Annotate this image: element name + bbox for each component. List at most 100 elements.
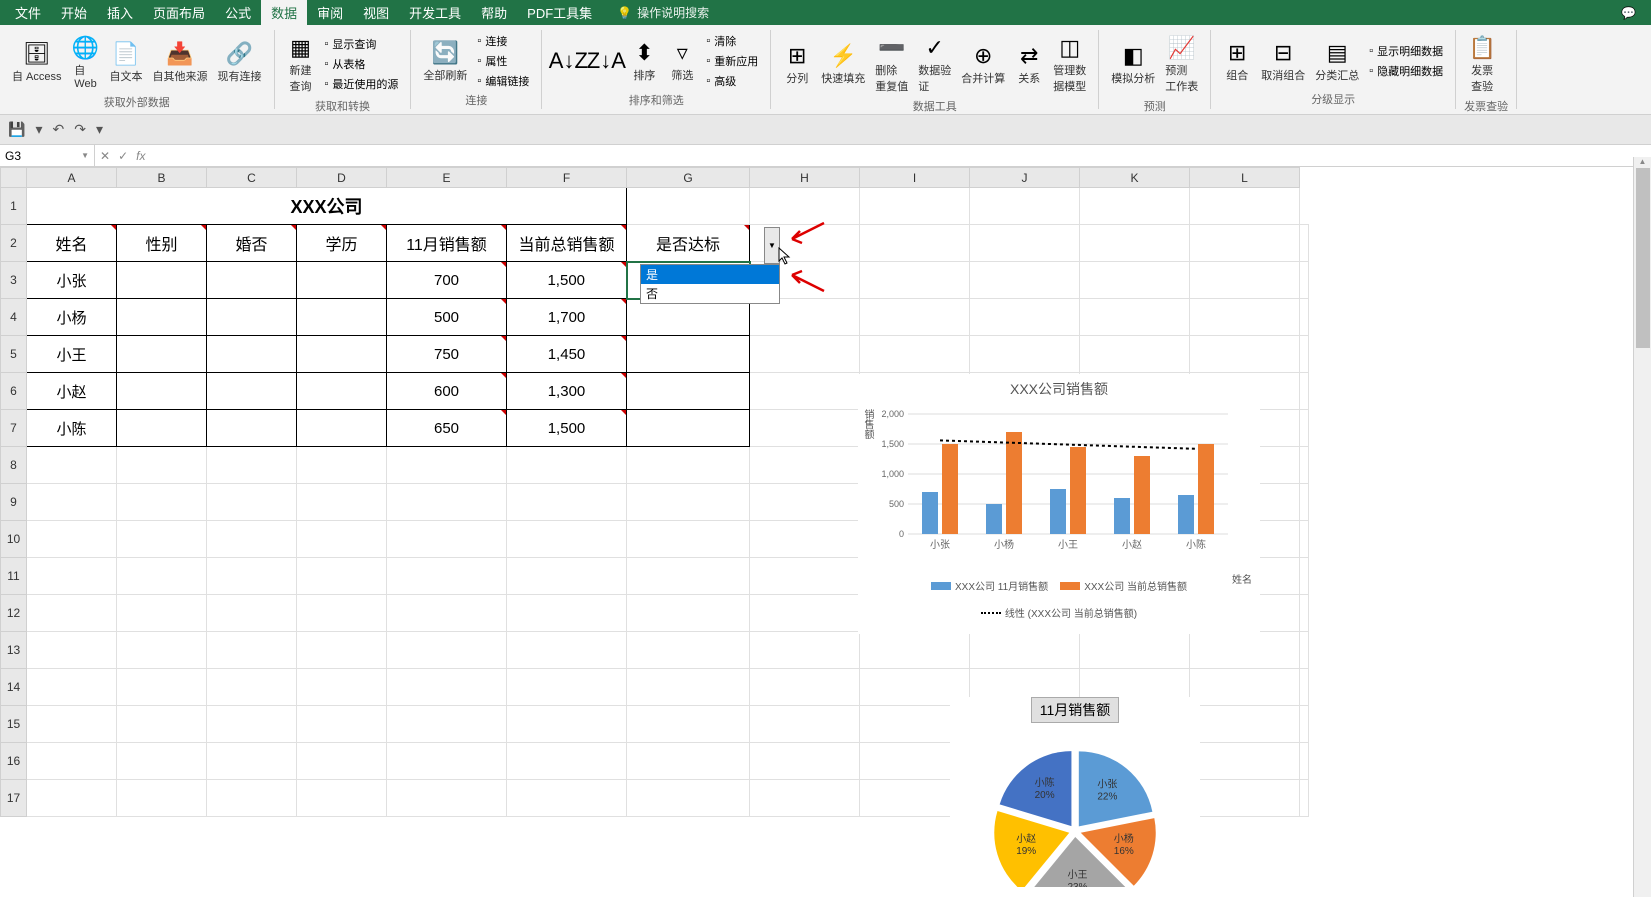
pie-chart[interactable]: 11月销售额 小张22%小杨16%小王23%小赵19%小陈20% (950, 697, 1200, 887)
ribbon-btn-关系[interactable]: ⇄关系 (1011, 32, 1047, 96)
cell[interactable] (627, 595, 750, 632)
cell[interactable] (1300, 484, 1309, 521)
cell[interactable] (1300, 558, 1309, 595)
menu-文件[interactable]: 文件 (5, 0, 51, 26)
cell[interactable] (750, 410, 860, 447)
cell[interactable] (1190, 225, 1300, 262)
cell[interactable] (27, 632, 117, 669)
cell[interactable] (117, 558, 207, 595)
cell[interactable] (297, 484, 387, 521)
cell[interactable] (627, 706, 750, 743)
cell[interactable] (860, 299, 970, 336)
col-header-H[interactable]: H (750, 168, 860, 188)
cell[interactable] (117, 632, 207, 669)
cell[interactable] (1300, 595, 1309, 632)
cell[interactable] (117, 447, 207, 484)
cell[interactable] (387, 484, 507, 521)
cell[interactable] (207, 780, 297, 817)
cell[interactable] (1300, 299, 1309, 336)
cell[interactable] (1300, 410, 1309, 447)
ribbon-btn-管理数据模型[interactable]: ◫管理数据模型 (1049, 32, 1090, 96)
cell[interactable] (297, 336, 387, 373)
col-header-F[interactable]: F (507, 168, 627, 188)
cell[interactable] (750, 780, 860, 817)
cell[interactable] (507, 595, 627, 632)
cell[interactable] (1190, 262, 1300, 299)
row-header-17[interactable]: 17 (1, 780, 27, 817)
cell-total[interactable]: 1,500 (507, 262, 627, 299)
ribbon-btn-新建查询[interactable]: ▦新建查询 (283, 32, 319, 96)
ribbon-small-高级[interactable]: ▫高级 (702, 72, 762, 90)
col-header-K[interactable]: K (1080, 168, 1190, 188)
cell[interactable] (207, 299, 297, 336)
cell[interactable] (27, 706, 117, 743)
cell[interactable] (1080, 632, 1190, 669)
cell[interactable] (507, 558, 627, 595)
menu-审阅[interactable]: 审阅 (307, 0, 353, 26)
cell[interactable] (1080, 188, 1190, 225)
ribbon-small-重新应用[interactable]: ▫重新应用 (702, 52, 762, 70)
ribbon-small-清除[interactable]: ▫清除 (702, 32, 762, 50)
cell[interactable] (207, 373, 297, 410)
fx-icon[interactable]: fx (136, 149, 145, 163)
ribbon-small-属性[interactable]: ▫属性 (473, 52, 533, 70)
save-icon[interactable]: 💾 (8, 121, 25, 138)
col-header-A[interactable]: A (27, 168, 117, 188)
cell[interactable] (970, 188, 1080, 225)
cell[interactable] (207, 521, 297, 558)
cell[interactable] (207, 669, 297, 706)
cell-total[interactable]: 1,700 (507, 299, 627, 336)
ribbon-btn-排序[interactable]: ⬍排序 (626, 32, 662, 90)
tell-me-search[interactable]: 💡 操作说明搜索 (617, 4, 709, 21)
cell[interactable] (1300, 447, 1309, 484)
ribbon-btn-分类汇总[interactable]: ▤分类汇总 (1311, 32, 1363, 89)
cell[interactable] (1190, 336, 1300, 373)
cell[interactable] (27, 595, 117, 632)
cell[interactable] (507, 484, 627, 521)
cell[interactable] (117, 410, 207, 447)
cell[interactable] (27, 669, 117, 706)
vertical-scrollbar[interactable]: ▲ (1633, 157, 1651, 897)
cell[interactable] (1190, 632, 1300, 669)
cell[interactable] (297, 299, 387, 336)
cell[interactable] (627, 632, 750, 669)
row-header-10[interactable]: 10 (1, 521, 27, 558)
ribbon-btn-取消组合[interactable]: ⊟取消组合 (1257, 32, 1309, 89)
ribbon-small-最近使用的源[interactable]: ▫最近使用的源 (321, 75, 403, 93)
cell[interactable] (207, 484, 297, 521)
cell[interactable] (117, 706, 207, 743)
cell[interactable] (970, 336, 1080, 373)
ribbon-btn-预测工作表[interactable]: 📈预测工作表 (1161, 32, 1202, 96)
cell[interactable] (1300, 706, 1309, 743)
cell[interactable] (860, 188, 970, 225)
cell[interactable] (117, 743, 207, 780)
menu-开发工具[interactable]: 开发工具 (399, 0, 471, 26)
ribbon-small-显示查询[interactable]: ▫显示查询 (321, 35, 403, 53)
cell-total[interactable]: 1,300 (507, 373, 627, 410)
ribbon-btn-自 Access[interactable]: 🗄自 Access (8, 32, 66, 92)
ribbon-small-隐藏明细数据[interactable]: ▫隐藏明细数据 (1365, 62, 1447, 80)
row-header-1[interactable]: 1 (1, 188, 27, 225)
cell[interactable] (750, 336, 860, 373)
row-header-8[interactable]: 8 (1, 447, 27, 484)
cell[interactable] (1190, 669, 1300, 706)
cell[interactable] (387, 669, 507, 706)
col-header-D[interactable]: D (297, 168, 387, 188)
cell[interactable] (750, 743, 860, 780)
row-header-13[interactable]: 13 (1, 632, 27, 669)
cell-nov[interactable]: 650 (387, 410, 507, 447)
cell-name[interactable]: 小张 (27, 262, 117, 299)
cell[interactable] (970, 262, 1080, 299)
row-header-11[interactable]: 11 (1, 558, 27, 595)
ribbon-btn-[interactable]: A↓Z (550, 32, 586, 90)
row-header-2[interactable]: 2 (1, 225, 27, 262)
cell[interactable] (207, 632, 297, 669)
ribbon-btn-数据验证[interactable]: ✓数据验证 (914, 32, 955, 96)
bar-chart[interactable]: XXX公司销售额 销售额 姓名 05001,0001,5002,000小张小杨小… (858, 374, 1260, 634)
cell[interactable] (387, 780, 507, 817)
cell[interactable] (627, 669, 750, 706)
worksheet-grid[interactable]: ABCDEFGHIJKL1XXX公司2姓名性别婚否学历11月销售额当前总销售额是… (0, 167, 1651, 887)
cell[interactable] (207, 595, 297, 632)
cell-nov[interactable]: 750 (387, 336, 507, 373)
cell[interactable] (117, 336, 207, 373)
